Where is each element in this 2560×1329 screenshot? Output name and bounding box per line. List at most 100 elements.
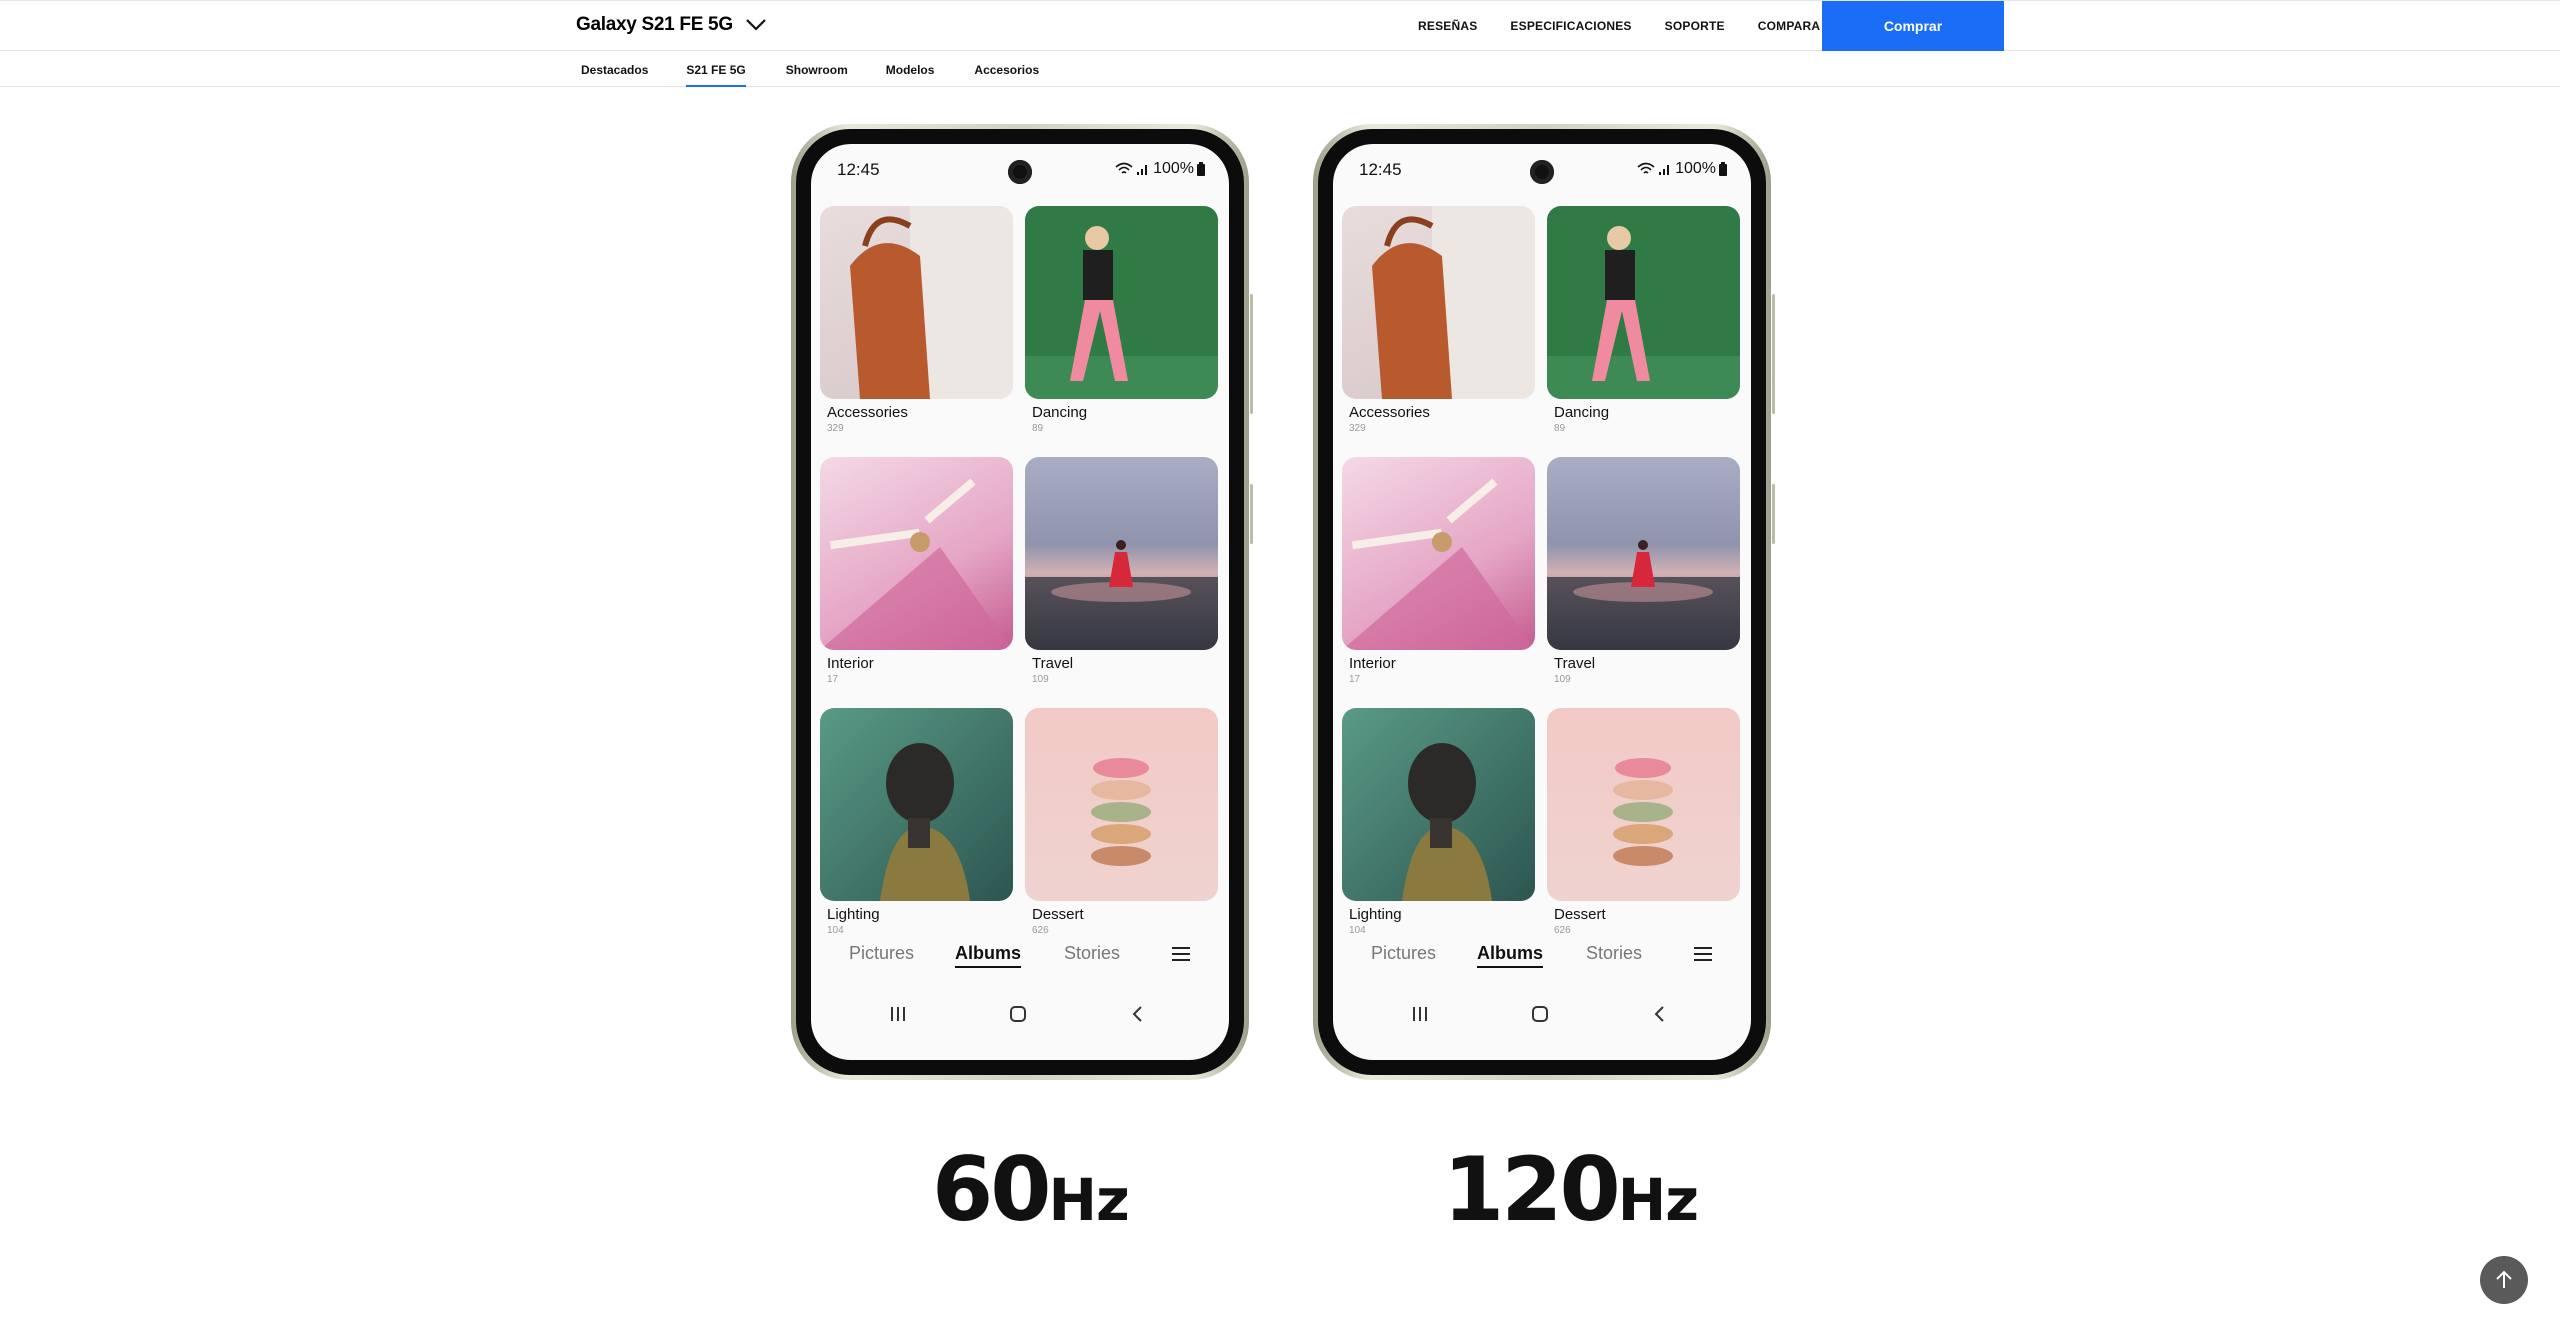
tab-albums[interactable]: Albums [955, 943, 1022, 968]
album-thumbnail-dessert [1547, 708, 1740, 901]
album-count: 89 [1032, 423, 1044, 434]
album-count: 104 [827, 925, 844, 936]
album-name: Dancing [1032, 404, 1088, 421]
album-thumbnail-dancing [1025, 206, 1218, 399]
album-grid: Accessories 329 Dancing 89 Interior 17 T… [1342, 206, 1740, 959]
phone-120hz: 12:45 100% Accessories 329 Dancing 89 In… [1313, 124, 1775, 1080]
subnav-showroom[interactable]: Showroom [786, 63, 848, 87]
album-count: 89 [1554, 423, 1566, 434]
album-tile[interactable]: Interior 17 [1342, 457, 1535, 708]
album-tile[interactable]: Lighting 104 [820, 708, 1013, 959]
album-tile[interactable]: Travel 109 [1025, 457, 1218, 708]
album-name: Accessories [827, 404, 908, 421]
album-thumbnail-interior [1342, 457, 1535, 650]
album-thumbnail-travel [1025, 457, 1218, 650]
album-thumbnail-accessories [1342, 206, 1535, 399]
front-camera [1008, 160, 1032, 184]
album-tile[interactable]: Accessories 329 [820, 206, 1013, 457]
album-thumbnail-travel [1547, 457, 1740, 650]
album-name: Dancing [1554, 404, 1610, 421]
album-count: 17 [1349, 674, 1361, 685]
album-tile[interactable]: Dessert 626 [1025, 708, 1218, 959]
album-count: 109 [1032, 674, 1049, 685]
menu-support[interactable]: SOPORTE [1665, 19, 1725, 33]
recent-apps-icon[interactable] [1410, 1004, 1430, 1024]
signal-icon [1137, 165, 1148, 175]
phone-side-button [1250, 484, 1253, 544]
album-tile[interactable]: Dancing 89 [1025, 206, 1218, 457]
tab-albums[interactable]: Albums [1477, 943, 1544, 968]
album-name: Interior [1349, 655, 1396, 672]
refresh-rate-unit: Hz [1617, 1166, 1699, 1234]
product-selector[interactable]: Galaxy S21 FE 5G [576, 14, 767, 36]
album-count: 109 [1554, 674, 1571, 685]
album-count: 626 [1554, 925, 1571, 936]
album-tile[interactable]: Travel 109 [1547, 457, 1740, 708]
gallery-tabs: Pictures Albums Stories [1333, 943, 1751, 975]
album-count: 329 [1349, 423, 1366, 434]
menu-reviews[interactable]: RESEÑAS [1418, 19, 1477, 33]
subnav-featured[interactable]: Destacados [581, 63, 648, 87]
recent-apps-icon[interactable] [888, 1004, 908, 1024]
album-tile[interactable]: Accessories 329 [1342, 206, 1535, 457]
chevron-down-icon [746, 19, 766, 31]
tab-stories[interactable]: Stories [1064, 943, 1120, 964]
album-thumbnail-interior [820, 457, 1013, 650]
menu-compare[interactable]: COMPARA [1758, 19, 1821, 33]
album-name: Travel [1032, 655, 1074, 672]
signal-icon [1659, 165, 1670, 175]
tab-pictures[interactable]: Pictures [849, 943, 914, 964]
album-count: 626 [1032, 925, 1049, 936]
album-thumbnail-lighting [820, 708, 1013, 901]
album-grid: Accessories 329 Dancing 89 Interior 17 T… [820, 206, 1218, 959]
album-count: 329 [827, 423, 844, 434]
status-bar: 12:45 100% [1333, 144, 1751, 184]
refresh-rate-value: 60 [932, 1138, 1051, 1241]
album-tile[interactable]: Dessert 626 [1547, 708, 1740, 959]
album-thumbnail-dessert [1025, 708, 1218, 901]
global-header: Galaxy S21 FE 5G RESEÑAS ESPECIFICACIONE… [0, 0, 2560, 51]
album-name: Interior [827, 655, 874, 672]
front-camera [1530, 160, 1554, 184]
sub-navigation: Destacados S21 FE 5G Showroom Modelos Ac… [0, 52, 2560, 87]
status-indicators: 100% [1115, 160, 1205, 178]
status-indicators: 100% [1637, 160, 1727, 178]
album-name: Dessert [1554, 906, 1606, 923]
album-tile[interactable]: Lighting 104 [1342, 708, 1535, 959]
hamburger-menu-icon[interactable] [1692, 945, 1714, 963]
album-name: Lighting [827, 906, 880, 923]
system-navigation-bar [1333, 1004, 1751, 1034]
phone-side-button [1772, 294, 1775, 414]
album-thumbnail-dancing [1547, 206, 1740, 399]
album-count: 17 [827, 674, 839, 685]
album-name: Dessert [1032, 906, 1084, 923]
phone-screen: 12:45 100% Accessories 329 Dancing 89 In… [1333, 144, 1751, 1060]
phone-side-button [1772, 484, 1775, 544]
phone-60hz: 12:45 100% Accessories 329 Dancing 89 In… [791, 124, 1253, 1080]
home-icon[interactable] [1530, 1004, 1550, 1024]
tab-pictures[interactable]: Pictures [1371, 943, 1436, 964]
hamburger-menu-icon[interactable] [1170, 945, 1192, 963]
battery-percent: 100% [1675, 160, 1716, 177]
album-tile[interactable]: Interior 17 [820, 457, 1013, 708]
battery-percent: 100% [1153, 160, 1194, 177]
home-icon[interactable] [1008, 1004, 1028, 1024]
battery-icon [1197, 162, 1205, 176]
top-menu: RESEÑAS ESPECIFICACIONES SOPORTE COMPARA [1418, 19, 1853, 33]
back-icon[interactable] [1128, 1004, 1148, 1024]
back-icon[interactable] [1650, 1004, 1670, 1024]
album-thumbnail-accessories [820, 206, 1013, 399]
wifi-icon [1115, 162, 1133, 174]
phone-side-button [1250, 294, 1253, 414]
album-tile[interactable]: Dancing 89 [1547, 206, 1740, 457]
system-navigation-bar [811, 1004, 1229, 1034]
subnav-models[interactable]: Modelos [886, 63, 935, 87]
battery-icon [1719, 162, 1727, 176]
subnav-accessories[interactable]: Accesorios [974, 63, 1039, 87]
buy-button[interactable]: Comprar [1822, 1, 2004, 51]
tab-stories[interactable]: Stories [1586, 943, 1642, 964]
subnav-s21fe[interactable]: S21 FE 5G [686, 63, 747, 87]
menu-specs[interactable]: ESPECIFICACIONES [1510, 19, 1631, 33]
scroll-to-top-button[interactable] [2480, 1256, 2528, 1304]
refresh-rate-value: 120 [1443, 1138, 1621, 1241]
